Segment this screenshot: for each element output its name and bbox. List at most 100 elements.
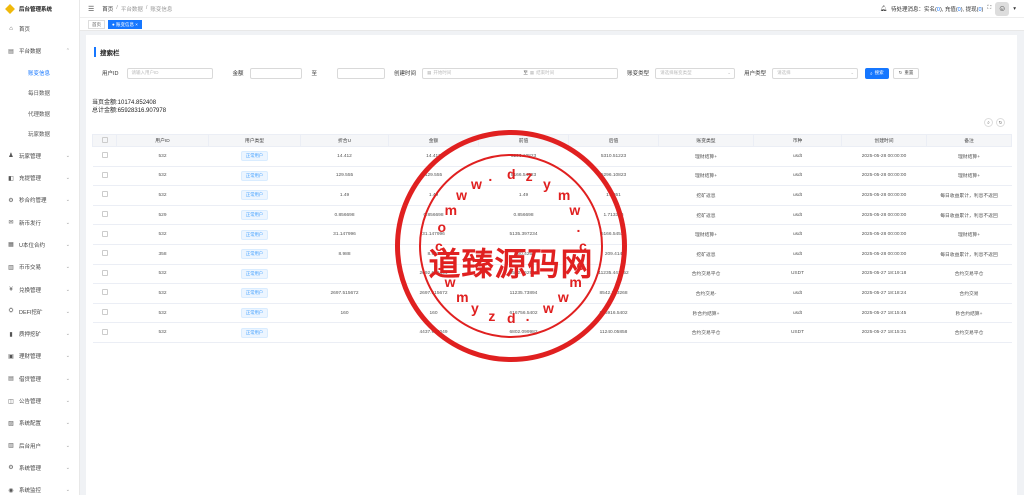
user-type-tag: 正常用户 <box>240 327 269 338</box>
date-range-picker[interactable]: ▦ 开始时间 至 ▦ 结束时间 <box>422 67 619 79</box>
row-checkbox[interactable] <box>92 283 117 304</box>
user-type-select[interactable]: 请选择 ⌄ <box>772 67 859 79</box>
row-checkbox[interactable] <box>92 185 117 206</box>
amount-max-input[interactable] <box>337 67 386 79</box>
cell-user-id: 532 <box>116 283 209 304</box>
table-row[interactable]: 532 正常用户 160 160 616756.5402 616916.5402 秒合约结算… <box>92 303 1012 324</box>
sidebar-item[interactable]: ♟ 玩家管理 ⌄ <box>0 145 79 167</box>
cell-currency: USDT <box>753 264 842 285</box>
page-scrollbar[interactable] <box>1018 31 1024 495</box>
row-checkbox[interactable] <box>92 205 117 226</box>
breadcrumb: 首页 / 平台数据 / 账变信息 <box>102 5 172 13</box>
row-checkbox[interactable] <box>92 303 117 324</box>
table-row[interactable]: 532 正常用户 1.49 1.49 1.49 1.4951 挖矿返息 usdt 2025-05… <box>92 185 1012 206</box>
row-checkbox[interactable] <box>92 166 117 187</box>
calendar-icon: ▦ <box>427 70 432 75</box>
account-type-select[interactable]: 请选择账变类型 ⌄ <box>655 67 736 79</box>
cell-user-type: 正常用户 <box>208 322 301 343</box>
breadcrumb-platform-data[interactable]: 平台数据 <box>121 5 143 13</box>
sidebar-item[interactable]: ⚙ 秒合约管理 ⌄ <box>0 189 79 211</box>
tag-account-change[interactable]: ● 账变信息 × <box>108 19 142 29</box>
fullscreen-icon[interactable]: ⛶ <box>987 5 991 12</box>
breadcrumb-home[interactable]: 首页 <box>102 5 113 13</box>
table-row[interactable]: 529 正常用户 0.856698 0.856698 0.856698 1.713396 挖… <box>92 205 1012 226</box>
cell-user-id: 532 <box>116 322 209 343</box>
config-icon: ▨ <box>8 420 14 427</box>
sidebar-subitem[interactable]: 玩家数据 <box>0 124 79 145</box>
row-checkbox[interactable] <box>92 322 117 343</box>
chevron-down-icon[interactable]: ▾ <box>1013 6 1016 12</box>
sidebar-item[interactable]: ¥ 兑换管理 ⌄ <box>0 278 79 300</box>
app-logo[interactable]: 后台管理系统 <box>0 0 79 18</box>
header-right: 🔔︎ 待处理消息：实名(0), 充值(0), 提现(0) ⛶ ☺ ▾ <box>880 1 1016 16</box>
sidebar-item[interactable]: ▨ 系统配置 ⌄ <box>0 412 79 434</box>
sidebar-item-label: 玩家管理 <box>19 153 42 160</box>
table-row[interactable]: 532 正常用户 14.412 14.412 5296.10823 5310.51223 理… <box>92 146 1012 167</box>
amount-min-input[interactable] <box>249 67 302 79</box>
collapse-menu-icon[interactable]: ☰ <box>88 5 94 13</box>
sidebar-subitem[interactable]: 代理数据 <box>0 104 79 125</box>
pending-messages[interactable]: 待处理消息：实名(0), 充值(0), 提现(0) <box>891 5 983 13</box>
cell-remark: 每日收益累计，利息不返回 <box>926 185 1012 206</box>
contract-icon: ⚙ <box>8 197 14 204</box>
sidebar-item[interactable]: ⚙ 系统管理 ⌄ <box>0 457 79 479</box>
sidebar-item[interactable]: ▮ 质押挖矿 ⌄ <box>0 323 79 345</box>
cell-remark: 理财结算+ <box>926 146 1012 167</box>
sidebar-item[interactable]: ◧ 充提管理 ⌄ <box>0 167 79 189</box>
row-checkbox[interactable] <box>92 146 117 167</box>
cell-before: 616756.5402 <box>478 303 569 324</box>
account-change-table: 用户ID 用户类型 折合U 金额 前值 后值 账变类型 币种 创建时间 备注 5… <box>92 134 1012 343</box>
table-row[interactable]: 532 正常用户 31.147996 31.147996 5135.397234 5166… <box>92 224 1012 245</box>
sidebar-item[interactable]: ✉ 新币发行 ⌄ <box>0 211 79 233</box>
sidebar-item[interactable]: ◉ 系统监控 ⌄ <box>0 479 79 495</box>
table-row[interactable]: 358 正常用户 8.988 8.988 200.426 209.414 挖矿返息 usdt 2… <box>92 244 1012 265</box>
start-time-input[interactable]: 开始时间 <box>433 70 523 76</box>
refresh-icon[interactable]: ↻ <box>996 118 1005 127</box>
tag-home[interactable]: 首页 <box>88 19 105 29</box>
user-type-tag: 正常用户 <box>240 151 269 162</box>
app-title: 后台管理系统 <box>19 7 53 13</box>
table-row[interactable]: 532 正常用户 4437.956049 6802.099982 11240.05858… <box>92 322 1012 343</box>
select-all-checkbox[interactable] <box>92 134 117 147</box>
table-row[interactable]: 532 正常用户 129.555 129.555 5166.54523 5296.1082… <box>92 166 1012 187</box>
cell-change-type: 挖矿返息 <box>658 205 754 226</box>
search-button[interactable]: ⌕ 搜索 <box>865 67 889 79</box>
reset-button[interactable]: ↻ 重置 <box>892 67 920 79</box>
row-checkbox[interactable] <box>92 244 117 265</box>
sidebar-item[interactable]: ⛭ DEFI挖矿 ⌄ <box>0 301 79 323</box>
chevron-down-icon: ⌄ <box>850 70 855 75</box>
breadcrumb-sep: / <box>116 4 118 11</box>
sidebar-subitem[interactable]: 账变信息 <box>0 63 79 84</box>
table-row[interactable]: 532 正常用户 2692.666444 8542.962908 11235.44135… <box>92 264 1012 285</box>
sidebar-subitem[interactable]: 每日数据 <box>0 83 79 104</box>
cell-amount: 129.555 <box>388 166 479 187</box>
sidebar-item[interactable]: ⌂ 首页 <box>0 18 79 40</box>
sidebar-item[interactable]: ▤ 借贷管理 ⌄ <box>0 368 79 390</box>
row-checkbox[interactable] <box>92 264 117 285</box>
user-id-input[interactable]: 请输入用户ID <box>126 67 213 79</box>
sidebar-item[interactable]: ◫ 公告管理 ⌄ <box>0 390 79 412</box>
sidebar-item[interactable]: ▤ 平台数据 ⌃ <box>0 40 79 62</box>
sidebar-item[interactable]: ▥ 币币交易 ⌄ <box>0 256 79 278</box>
sidebar-item-label: 后台用户 <box>19 443 42 450</box>
table-row[interactable]: 532 正常用户 2697.515672 2697.515672 11235.73894… <box>92 283 1012 304</box>
end-time-input[interactable]: 结束时间 <box>536 70 554 76</box>
breadcrumb-current: 账变信息 <box>150 6 173 13</box>
sidebar-item-label: 兑换管理 <box>19 287 42 294</box>
search-icon: ⌕ <box>870 70 873 76</box>
sidebar-item[interactable]: ▦ U本位合约 ⌄ <box>0 234 79 256</box>
yen-icon: ¥ <box>9 286 13 293</box>
cell-after: 8542.223268 <box>568 283 659 304</box>
bell-icon[interactable]: 🔔︎ <box>880 6 887 12</box>
row-checkbox[interactable] <box>92 224 117 245</box>
cell-create-time: 2025-05-27 18:15:45 <box>841 303 927 324</box>
cell-after: 11235.441352 <box>568 264 659 285</box>
sidebar-item[interactable]: ▥ 后台用户 ⌄ <box>0 434 79 456</box>
sidebar-item-label: 系统监控 <box>19 488 42 495</box>
chevron-down-icon: ⌄ <box>65 331 70 338</box>
sidebar-item[interactable]: ▣ 理财管理 ⌄ <box>0 345 79 367</box>
cell-remark: 每日收益累计，利息不返回 <box>926 205 1012 226</box>
avatar[interactable]: ☺ <box>995 1 1010 16</box>
table-tools: ⌕ ↻ <box>984 118 1005 127</box>
search-toggle-icon[interactable]: ⌕ <box>984 118 993 127</box>
